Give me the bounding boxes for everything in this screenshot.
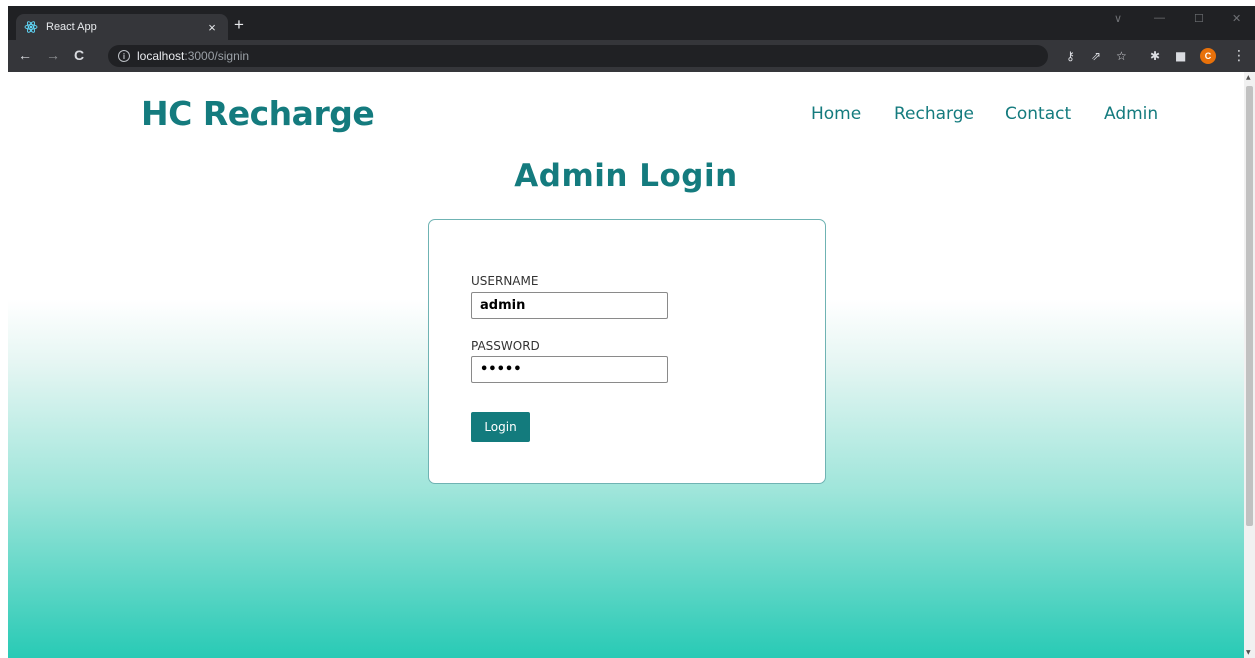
tab-strip: React App × + ∨ — ☐ ✕ [8, 6, 1255, 40]
tab-title: React App [46, 21, 97, 33]
react-icon [24, 20, 38, 34]
page-title: Admin Login [514, 158, 738, 194]
login-button[interactable]: Login [471, 412, 530, 442]
back-icon[interactable]: ← [18, 46, 32, 64]
url-host: localhost [137, 49, 185, 63]
url-path: :3000/signin [184, 49, 250, 63]
address-bar[interactable]: i localhost:3000/signin [108, 45, 1048, 67]
username-input[interactable] [471, 292, 668, 319]
menu-icon[interactable]: ⋮ [1232, 48, 1246, 64]
new-tab-icon[interactable]: + [234, 16, 244, 34]
nav-link-home[interactable]: Home [811, 104, 861, 124]
key-icon[interactable]: ⚷ [1066, 48, 1075, 64]
url-text: localhost:3000/signin [137, 49, 249, 63]
browser-toolbar: ← → C i localhost:3000/signin ⚷ ⇗ ☆ ✱ ■ … [8, 40, 1255, 72]
side-panel-icon[interactable]: ■ [1175, 48, 1186, 64]
page-viewport: HC Recharge Home Recharge Contact Admin … [8, 72, 1244, 658]
password-label: PASSWORD [471, 339, 540, 353]
browser-chrome: React App × + ∨ — ☐ ✕ ← → C i localhost:… [8, 6, 1255, 72]
scroll-up-icon[interactable]: ▲ [1246, 74, 1251, 81]
forward-icon[interactable]: → [46, 46, 60, 64]
info-icon[interactable]: i [118, 50, 130, 62]
share-icon[interactable]: ⇗ [1091, 48, 1101, 64]
star-icon[interactable]: ☆ [1116, 48, 1127, 64]
reload-icon[interactable]: C [74, 46, 84, 64]
nav-link-contact[interactable]: Contact [1005, 104, 1071, 124]
browser-tab[interactable]: React App × [16, 14, 228, 40]
scroll-thumb[interactable] [1246, 86, 1253, 526]
tab-search-icon[interactable]: ∨ [1114, 12, 1122, 25]
maximize-icon[interactable]: ☐ [1194, 12, 1204, 25]
extensions-icon[interactable]: ✱ [1150, 48, 1160, 64]
tab-close-icon[interactable]: × [204, 20, 220, 35]
nav-link-recharge[interactable]: Recharge [894, 104, 974, 124]
login-card: USERNAME PASSWORD Login [428, 219, 826, 484]
profile-avatar[interactable]: C [1200, 48, 1216, 64]
page-scrollbar[interactable]: ▲ ▼ [1244, 72, 1255, 658]
scroll-down-icon[interactable]: ▼ [1246, 649, 1251, 656]
site-brand[interactable]: HC Recharge [141, 94, 375, 133]
nav-link-admin[interactable]: Admin [1104, 104, 1158, 124]
password-input[interactable] [471, 356, 668, 383]
minimize-icon[interactable]: — [1154, 12, 1165, 24]
username-label: USERNAME [471, 274, 539, 288]
close-window-icon[interactable]: ✕ [1232, 12, 1241, 25]
